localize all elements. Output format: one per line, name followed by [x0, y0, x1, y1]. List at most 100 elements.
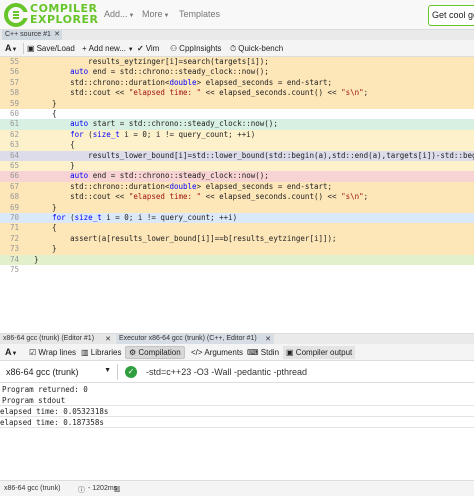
- book-icon: ▥: [81, 348, 89, 357]
- compiler-select[interactable]: x86-64 gcc (trunk) ▼: [0, 364, 118, 380]
- vim-toggle[interactable]: ✓ Vim: [137, 44, 159, 53]
- status-bar: x86-64 gcc (trunk) ⓘ - 1202ms ▥: [0, 480, 474, 496]
- line-number: 59: [9, 98, 19, 108]
- save-load-button[interactable]: ▣ Save/Load: [27, 44, 75, 53]
- close-icon[interactable]: ✕: [265, 335, 271, 343]
- line-number: 60: [9, 109, 19, 118]
- code-line[interactable]: 71 {: [0, 223, 474, 234]
- font-size-button[interactable]: A▼: [2, 345, 20, 358]
- chevron-down-icon: ▼: [11, 351, 18, 357]
- code-line[interactable]: 63 {: [0, 140, 474, 151]
- line-number: 63: [9, 140, 19, 150]
- code-line[interactable]: 55 results_eytzinger[i]=search(targets[i…: [0, 57, 474, 68]
- info-icon: ⓘ: [78, 487, 85, 494]
- templates-link[interactable]: Templates: [179, 9, 220, 19]
- stopwatch-icon: ⏱: [230, 44, 237, 53]
- tab-label: C++ source #1: [5, 31, 51, 38]
- code-text: }: [34, 244, 57, 254]
- libraries-label: Libraries: [90, 348, 122, 357]
- code-line[interactable]: 62 for (size_t i = 0; i != query_count; …: [0, 129, 474, 141]
- code-text: std::chrono::duration<double> elapsed_se…: [34, 181, 333, 191]
- editor-toolbar: A▼ ▣ Save/Load + Add new... ▼ ✓ Vim ⚇ CppIns…: [0, 40, 474, 57]
- code-text: std::chrono::duration<double> elapsed_se…: [34, 77, 333, 87]
- code-editor[interactable]: 55 results_eytzinger[i]=search(targets[i…: [0, 57, 474, 289]
- code-line[interactable]: 58 std::cout << "elapsed time: " << elap…: [0, 88, 474, 99]
- chart-icon: ▥: [114, 486, 121, 493]
- save-icon: ▣: [27, 44, 35, 53]
- wrap-icon: ☑: [29, 348, 37, 357]
- code-line[interactable]: 65 }: [0, 161, 474, 172]
- code-text: }: [34, 202, 57, 212]
- tab-label: x86-64 gcc (trunk) (Editor #1): [3, 335, 95, 342]
- font-size-button[interactable]: A▼: [5, 43, 17, 53]
- code-text: auto end = std::chrono::steady_clock::no…: [70, 67, 269, 77]
- wrap-lines-toggle[interactable]: ☑ Wrap lines: [26, 346, 79, 359]
- add-menu-label: Add...: [104, 9, 128, 19]
- stdin-button[interactable]: ⌨ Stdin: [244, 346, 282, 359]
- code-line[interactable]: 56 auto end = std::chrono::steady_clock:…: [0, 67, 474, 78]
- more-menu[interactable]: More▼: [142, 9, 169, 19]
- code-line[interactable]: 70 for (size_t i = 0; i != query_count; …: [0, 213, 474, 224]
- status-time: - 1202ms: [88, 485, 118, 492]
- chevron-down-icon: ▼: [11, 47, 18, 53]
- code-text: }: [34, 254, 39, 264]
- add-new-label: Add new...: [88, 44, 127, 53]
- tab-cpp-source[interactable]: C++ source #1 ✕: [2, 30, 62, 40]
- close-icon[interactable]: ✕: [105, 335, 111, 343]
- executor-toolbar: A▼ ☑ Wrap lines ▥ Libraries ⚙ Compilatio…: [0, 344, 474, 361]
- code-line[interactable]: 59 }: [0, 98, 474, 109]
- close-icon[interactable]: ✕: [54, 30, 60, 38]
- divider: [0, 427, 474, 428]
- check-icon: ✓: [125, 366, 137, 378]
- code-line[interactable]: 68 std::cout << "elapsed time: " << elap…: [0, 192, 474, 203]
- line-number: 69: [9, 202, 19, 212]
- output-line: elapsed time: 0.0532318s: [0, 407, 109, 416]
- line-number: 57: [9, 77, 19, 87]
- code-line[interactable]: 75: [0, 265, 474, 276]
- compiler-explorer-logo-icon[interactable]: [4, 3, 28, 27]
- link-icon: ⚇: [170, 44, 178, 53]
- divider: [0, 416, 474, 417]
- code-text: auto end = std::chrono::steady_clock::no…: [70, 171, 269, 181]
- code-line[interactable]: 73 }: [0, 244, 474, 255]
- add-menu[interactable]: Add...▼: [104, 9, 134, 19]
- line-number: 70: [9, 213, 19, 222]
- line-number: 74: [9, 254, 19, 264]
- code-line[interactable]: 64 results_lower_bound[i]=std::lower_bou…: [0, 150, 474, 161]
- code-line[interactable]: 61 auto start = std::chrono::steady_cloc…: [0, 119, 474, 130]
- code-line[interactable]: 57 std::chrono::duration<double> elapsed…: [0, 77, 474, 89]
- quick-bench-button[interactable]: ⏱ Quick-bench: [230, 44, 283, 54]
- get-cool-stuff-button[interactable]: Get cool ge: [428, 5, 474, 26]
- compilation-toggle[interactable]: ⚙ Compilation: [125, 346, 185, 359]
- divider: [0, 405, 474, 406]
- line-number: 58: [9, 88, 19, 98]
- vim-label: Vim: [145, 44, 160, 53]
- code-text: for (size_t i = 0; i != query_count; ++i…: [52, 213, 238, 222]
- code-line[interactable]: 69 }: [0, 202, 474, 213]
- compiler-flags-input[interactable]: -std=c++23 -O3 -Wall -pedantic -pthread: [146, 367, 307, 377]
- code-line[interactable]: 67 std::chrono::duration<double> elapsed…: [0, 181, 474, 193]
- libraries-button[interactable]: ▥ Libraries: [78, 346, 124, 359]
- compiler-output-button[interactable]: ▣ Compiler output: [283, 346, 356, 359]
- line-number: 75: [9, 265, 19, 274]
- code-line[interactable]: 74}: [0, 254, 474, 265]
- code-text: std::cout << "elapsed time: " << elapsed…: [34, 88, 369, 98]
- more-menu-label: More: [142, 9, 163, 19]
- wrap-lines-label: Wrap lines: [38, 348, 77, 357]
- add-new-button[interactable]: + Add new... ▼: [82, 44, 134, 53]
- code-line[interactable]: 60 {: [0, 109, 474, 120]
- line-number: 55: [9, 57, 19, 66]
- code-line[interactable]: 72 assert(a[results_lower_bound[i]]==b[r…: [0, 233, 474, 245]
- chevron-down-icon: ▼: [104, 367, 111, 374]
- terminal-icon: ▣: [286, 348, 294, 357]
- program-returned: Program returned: 0: [2, 385, 88, 394]
- code-line[interactable]: 66 auto end = std::chrono::steady_clock:…: [0, 171, 474, 182]
- cppinsights-label: CppInsights: [179, 44, 222, 53]
- divider: [23, 43, 24, 54]
- compiler-output-label: Compiler output: [295, 348, 353, 357]
- line-number: 66: [9, 171, 19, 181]
- line-number: 64: [9, 150, 19, 160]
- arguments-button[interactable]: </> Arguments: [188, 346, 246, 359]
- cppinsights-button[interactable]: ⚇ CppInsights: [170, 44, 221, 53]
- editor-tab-row: C++ source #1 ✕: [0, 30, 474, 40]
